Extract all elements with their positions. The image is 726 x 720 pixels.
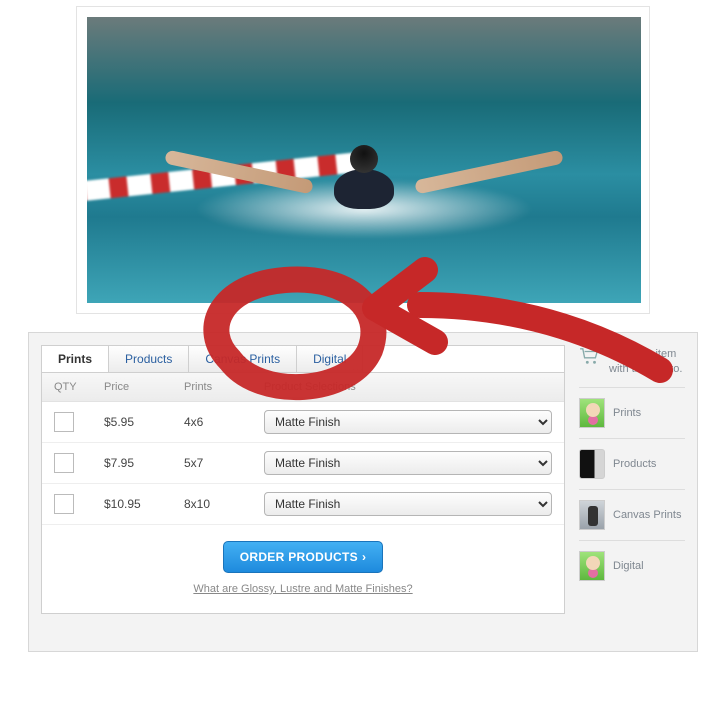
print-row: $5.95 4x6 Matte Finish	[42, 402, 564, 443]
col-price: Price	[104, 381, 184, 393]
print-row: $10.95 8x10 Matte Finish	[42, 484, 564, 525]
order-panel: Prints Products Canvas Prints Digital QT…	[28, 332, 698, 652]
size-cell: 4x6	[184, 415, 264, 429]
size-cell: 5x7	[184, 456, 264, 470]
tab-canvas-prints[interactable]: Canvas Prints	[189, 346, 297, 372]
tab-products[interactable]: Products	[109, 346, 189, 372]
sidebar-item-prints[interactable]: Prints	[579, 388, 685, 439]
product-tabs: Prints Products Canvas Prints Digital	[42, 346, 564, 373]
finish-select[interactable]: Matte Finish	[264, 410, 552, 434]
order-products-button[interactable]: ORDER PRODUCTS ›	[223, 541, 384, 573]
sidebar-item-label: Prints	[613, 406, 641, 420]
chevron-right-icon: ›	[362, 550, 366, 564]
sidebar-item-label: Products	[613, 457, 656, 471]
col-selections: Product Selections	[264, 381, 552, 393]
qty-input[interactable]	[54, 494, 74, 514]
price-cell: $5.95	[104, 415, 184, 429]
thumb-icon	[579, 500, 605, 530]
qty-input[interactable]	[54, 412, 74, 432]
sidebar-item-digital[interactable]: Digital	[579, 541, 685, 591]
prints-table-header: QTY Price Prints Product Selections	[42, 373, 564, 402]
finish-select[interactable]: Matte Finish	[264, 451, 552, 475]
tab-digital[interactable]: Digital	[297, 346, 363, 372]
sidebar-item-products[interactable]: Products	[579, 439, 685, 490]
sidebar-item-label: Digital	[613, 559, 644, 573]
print-row: $7.95 5x7 Matte Finish	[42, 443, 564, 484]
thumb-icon	[579, 398, 605, 428]
price-cell: $10.95	[104, 497, 184, 511]
thumb-icon	[579, 449, 605, 479]
price-cell: $7.95	[104, 456, 184, 470]
col-qty: QTY	[54, 381, 104, 393]
tab-prints[interactable]: Prints	[42, 346, 109, 372]
prints-panel: Prints Products Canvas Prints Digital QT…	[41, 345, 565, 614]
order-sidebar: Order an item with this photo. Prints Pr…	[579, 345, 685, 591]
order-hint-text: Order an item with this photo.	[609, 347, 685, 377]
photo-frame	[76, 6, 650, 314]
order-button-label: ORDER PRODUCTS	[240, 550, 358, 564]
swimmer	[214, 135, 514, 215]
cart-icon	[579, 347, 601, 365]
sidebar-item-label: Canvas Prints	[613, 508, 681, 522]
thumb-icon	[579, 551, 605, 581]
finishes-help-link[interactable]: What are Glossy, Lustre and Matte Finish…	[54, 583, 552, 595]
qty-input[interactable]	[54, 453, 74, 473]
finish-select[interactable]: Matte Finish	[264, 492, 552, 516]
actions-area: ORDER PRODUCTS › What are Glossy, Lustre …	[42, 525, 564, 613]
product-photo	[87, 17, 641, 303]
order-hint: Order an item with this photo.	[579, 345, 685, 388]
col-prints: Prints	[184, 381, 264, 393]
size-cell: 8x10	[184, 497, 264, 511]
sidebar-item-canvas-prints[interactable]: Canvas Prints	[579, 490, 685, 541]
